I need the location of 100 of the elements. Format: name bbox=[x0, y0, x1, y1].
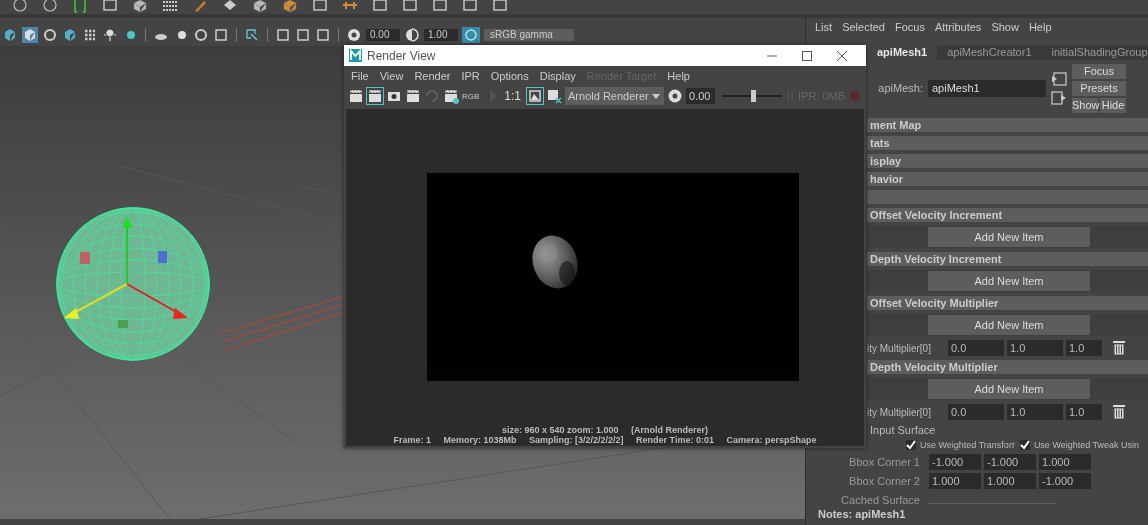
trash-icon[interactable] bbox=[1113, 405, 1125, 419]
color-space-dropdown[interactable]: sRGB gamma bbox=[484, 29, 574, 41]
cube-icon[interactable] bbox=[132, 0, 148, 14]
window-title: Render View bbox=[367, 48, 436, 63]
aperture-icon[interactable] bbox=[346, 27, 362, 43]
tab[interactable]: apiMesh1 bbox=[867, 45, 938, 60]
circle-icon[interactable] bbox=[42, 27, 58, 43]
attribute-label: Cached Surface bbox=[840, 493, 921, 506]
add-item-button[interactable]: Add New Item bbox=[928, 227, 1090, 247]
number-field[interactable]: -1.000 bbox=[984, 453, 1036, 470]
menu-item[interactable]: Show bbox=[991, 20, 1019, 33]
aperture-icon[interactable] bbox=[667, 88, 684, 104]
pen-icon[interactable] bbox=[192, 0, 208, 14]
show-button[interactable]: Show bbox=[1072, 97, 1098, 113]
cube-icon[interactable] bbox=[2, 27, 18, 43]
number-field[interactable]: 1.0 bbox=[1007, 404, 1063, 420]
node-name-field[interactable]: apiMesh1 bbox=[928, 79, 1046, 97]
menu-item[interactable]: Render bbox=[414, 69, 451, 82]
exposure-slider[interactable] bbox=[722, 89, 783, 103]
add-item-button[interactable]: Add New Item bbox=[928, 315, 1090, 335]
exposure-field[interactable]: 0.00 bbox=[686, 88, 716, 104]
gamma-icon[interactable] bbox=[404, 27, 420, 43]
gamma-field[interactable]: 1.00 bbox=[424, 29, 458, 41]
grid-icon[interactable] bbox=[82, 27, 98, 43]
checkbox-label: Use Weighted Tweak Usin bbox=[1033, 440, 1140, 450]
input-connection-icon[interactable] bbox=[1051, 71, 1067, 86]
section-header[interactable]: havior bbox=[867, 172, 1148, 186]
section-header[interactable]: ment Map bbox=[867, 118, 1148, 132]
number-field[interactable]: 0.0 bbox=[948, 340, 1004, 356]
clapper-icon[interactable] bbox=[443, 88, 459, 104]
menu-item[interactable]: List bbox=[815, 20, 833, 33]
menu-item[interactable]: Help bbox=[1028, 20, 1052, 33]
checkbox-label: Use Weighted Transforr bbox=[920, 440, 1015, 450]
app-logo-icon bbox=[349, 49, 362, 62]
square-icon[interactable] bbox=[213, 27, 229, 43]
number-field[interactable]: 1.000 bbox=[929, 472, 981, 489]
channel-toggle[interactable]: RGB bbox=[462, 91, 480, 101]
section-header[interactable]: Offset Velocity Multiplier bbox=[867, 296, 1148, 310]
menu-item[interactable]: Attributes bbox=[934, 20, 982, 33]
menu-item[interactable]: Display bbox=[539, 69, 576, 82]
clapper-icon[interactable] bbox=[405, 88, 421, 104]
notes-header: Notes: apiMesh1 bbox=[817, 508, 907, 520]
render-info-text: size: 960 x 540 zoom: 1.000 (Arnold Renderer) bbox=[501, 425, 709, 435]
clapper-icon[interactable] bbox=[348, 88, 364, 104]
menu-item[interactable]: Focus bbox=[894, 20, 925, 33]
bracket-icon[interactable] bbox=[72, 0, 88, 14]
checkbox[interactable] bbox=[906, 440, 916, 450]
cube-icon[interactable] bbox=[62, 27, 78, 43]
menu-item[interactable]: View bbox=[379, 69, 404, 82]
number-field[interactable]: -1.000 bbox=[1039, 472, 1091, 489]
checkbox[interactable] bbox=[1019, 440, 1030, 450]
section-header[interactable]: tats bbox=[867, 136, 1148, 150]
square-icon[interactable] bbox=[315, 27, 331, 43]
number-field[interactable]: 0.0 bbox=[948, 404, 1004, 420]
menu-item[interactable]: File bbox=[351, 69, 369, 82]
number-field[interactable]: 1.0 bbox=[1007, 340, 1063, 356]
grid-icon[interactable] bbox=[162, 0, 178, 14]
attribute-label: Input Surface bbox=[870, 424, 937, 436]
number-field[interactable]: 1.0 bbox=[1066, 404, 1102, 420]
image-remove-icon[interactable] bbox=[546, 88, 563, 104]
light-icon[interactable] bbox=[102, 27, 118, 43]
image-icon[interactable] bbox=[527, 88, 544, 104]
exposure-field[interactable]: 0.00 bbox=[366, 29, 400, 41]
tab[interactable]: initialShadingGroup bbox=[1041, 45, 1148, 60]
trash-icon[interactable] bbox=[1113, 341, 1125, 355]
focus-button[interactable]: Focus bbox=[1072, 63, 1126, 79]
number-field[interactable]: 1.0 bbox=[1066, 340, 1102, 356]
cube-icon[interactable] bbox=[252, 0, 268, 14]
number-field[interactable]: 1.000 bbox=[1039, 453, 1091, 470]
section-header[interactable]: isplay bbox=[867, 154, 1148, 168]
real-size-button[interactable]: 1:1 bbox=[501, 89, 525, 103]
color-management-icon[interactable] bbox=[462, 27, 480, 43]
number-field[interactable]: 1.000 bbox=[984, 472, 1036, 489]
section-header[interactable]: Depth Velocity Increment bbox=[867, 252, 1148, 266]
tab[interactable]: apiMeshCreator1 bbox=[937, 45, 1042, 60]
square-icon[interactable] bbox=[275, 27, 291, 43]
attribute-label: ity Multiplier[0] bbox=[867, 342, 932, 354]
attribute-label: ity Multiplier[0] bbox=[867, 406, 932, 418]
number-field[interactable]: -1.000 bbox=[929, 453, 981, 470]
menu-item[interactable]: IPR bbox=[461, 69, 480, 82]
add-item-button[interactable]: Add New Item bbox=[928, 379, 1090, 399]
section-header[interactable]: Depth Velocity Multiplier bbox=[867, 360, 1148, 374]
hide-button[interactable]: Hide bbox=[1100, 97, 1126, 113]
cube-icon[interactable] bbox=[282, 0, 298, 14]
select-icon[interactable] bbox=[244, 27, 260, 43]
circle-icon[interactable] bbox=[193, 27, 209, 43]
menu-item[interactable]: Help bbox=[667, 69, 690, 82]
clapper-icon[interactable] bbox=[367, 88, 383, 104]
menu-item[interactable]: Selected bbox=[842, 20, 885, 33]
add-item-button[interactable]: Add New Item bbox=[928, 271, 1090, 291]
square-icon[interactable] bbox=[295, 27, 311, 43]
maximize-icon[interactable] bbox=[801, 49, 813, 62]
presets-button[interactable]: Presets bbox=[1072, 80, 1126, 96]
menu-item[interactable]: Options bbox=[490, 69, 529, 82]
section-header[interactable]: Offset Velocity Increment bbox=[867, 208, 1148, 222]
close-icon[interactable] bbox=[836, 49, 848, 62]
output-connection-icon[interactable] bbox=[1051, 90, 1067, 105]
attribute-label: Bbox Corner 1 bbox=[848, 455, 921, 468]
cube-icon[interactable] bbox=[22, 27, 38, 43]
renderer-dropdown[interactable]: Arnold Renderer bbox=[565, 87, 665, 105]
